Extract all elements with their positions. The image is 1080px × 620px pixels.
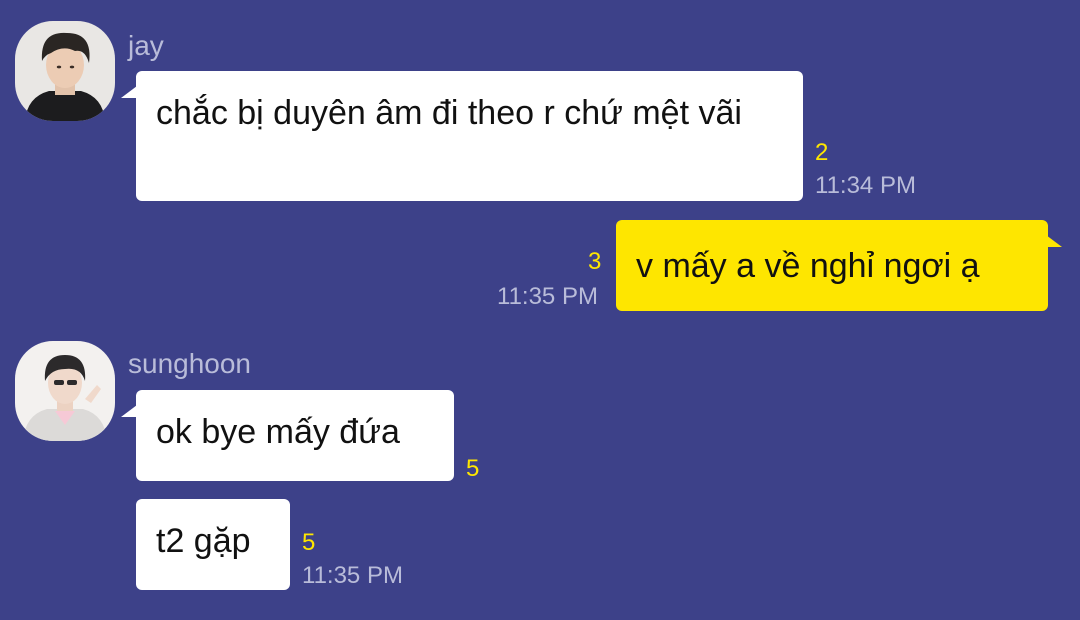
unread-count: 5 bbox=[302, 529, 316, 556]
bubble-tail bbox=[121, 86, 137, 98]
message-text: t2 gặp bbox=[156, 522, 251, 560]
sender-name-sunghoon: sunghoon bbox=[128, 348, 252, 379]
sender-name-jay: jay bbox=[128, 30, 164, 61]
unread-count: 3 bbox=[588, 248, 602, 275]
bubble-tail bbox=[1046, 235, 1062, 247]
message-bubble[interactable]: ok bye mấy đứa bbox=[136, 390, 454, 481]
unread-count: 5 bbox=[466, 455, 480, 482]
message-time: 11:35 PM bbox=[302, 562, 403, 589]
my-message-bubble[interactable]: v mấy a về nghỉ ngơi ạ bbox=[616, 220, 1048, 311]
message-time: 11:34 PM bbox=[815, 172, 916, 199]
avatar-jay-photo bbox=[15, 21, 115, 121]
avatar-sunghoon-photo bbox=[15, 341, 115, 441]
unread-count: 2 bbox=[815, 139, 829, 166]
message-bubble[interactable]: t2 gặp bbox=[136, 499, 290, 590]
chat-room: { "messages": [ { "sender": "jay", "avat… bbox=[0, 0, 1080, 620]
avatar-sunghoon[interactable] bbox=[15, 341, 115, 441]
avatar-jay[interactable] bbox=[15, 21, 115, 121]
message-text: v mấy a về nghỉ ngơi ạ bbox=[636, 247, 980, 285]
message-text: chắc bị duyên âm đi theo r chứ mệt vãi bbox=[156, 94, 742, 132]
message-bubble[interactable]: chắc bị duyên âm đi theo r chứ mệt vãi bbox=[136, 71, 803, 201]
bubble-tail bbox=[121, 405, 137, 417]
message-time: 11:35 PM bbox=[497, 283, 598, 310]
message-text: ok bye mấy đứa bbox=[156, 413, 400, 451]
